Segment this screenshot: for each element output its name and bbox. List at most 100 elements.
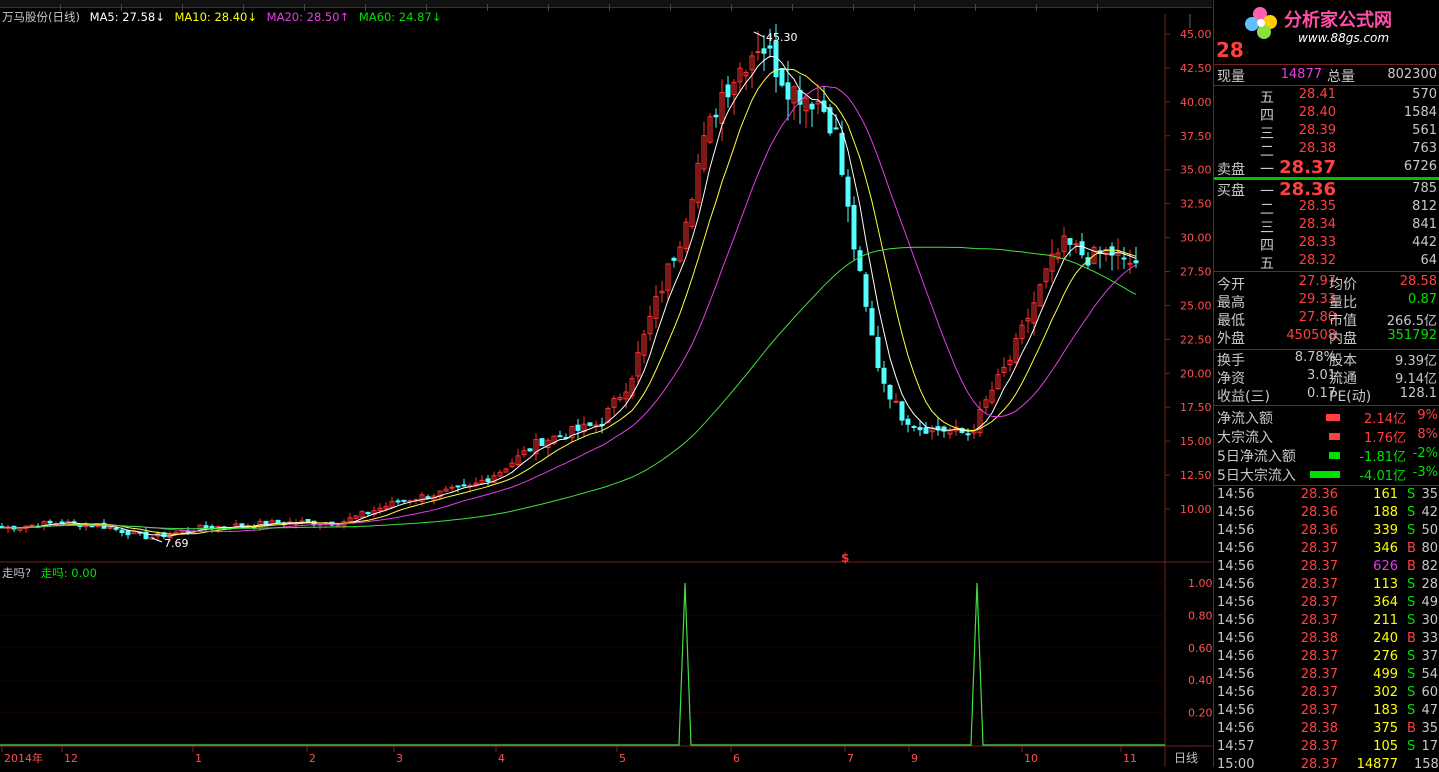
- flow-pct: 8%: [1417, 427, 1438, 442]
- candle-body: [299, 520, 305, 523]
- logo-text: 分析家公式网: [1284, 9, 1392, 31]
- bid-price: 28.33: [1298, 235, 1336, 250]
- tick-price: 28.37: [1300, 649, 1338, 664]
- bid-price: 28.35: [1298, 199, 1336, 214]
- stat-label: 净资: [1217, 371, 1245, 387]
- ma10-label: MA10: 28.40↓: [174, 10, 258, 24]
- tick-count: 50: [1421, 523, 1438, 538]
- indicator-axis-label: 0.80: [1188, 609, 1212, 622]
- candle-body: [239, 523, 245, 527]
- price-axis-label: 35.00: [1180, 164, 1212, 177]
- candle-body: [917, 427, 923, 431]
- candle-body: [713, 114, 719, 118]
- tick-time: 14:56: [1217, 577, 1255, 592]
- tick-count: 33: [1421, 631, 1438, 646]
- candle-body: [395, 500, 401, 503]
- flow-label: 5日大宗流入: [1217, 468, 1296, 484]
- price-axis-label: 10.00: [1180, 503, 1212, 516]
- indicator-line: [0, 582, 1165, 746]
- stat-label: 量比: [1329, 295, 1357, 311]
- tick-time: 14:56: [1217, 721, 1255, 736]
- stat-label: 流通: [1329, 371, 1357, 387]
- time-axis-label: 7: [847, 752, 854, 765]
- time-axis-label: 4: [498, 752, 505, 765]
- tick-price: 28.38: [1300, 721, 1338, 736]
- candle-body: [725, 84, 731, 98]
- candle-body: [755, 51, 761, 54]
- candle-body: [1121, 257, 1127, 260]
- stat-label: 最高: [1217, 295, 1245, 311]
- stat-label: 收益(三): [1217, 389, 1270, 405]
- stat-label: 外盘: [1217, 331, 1245, 347]
- time-axis-label: 12: [64, 752, 78, 765]
- stat-value: 27.97: [1298, 274, 1336, 289]
- tick-volume: 375: [1373, 721, 1398, 736]
- candle-body: [905, 418, 911, 425]
- flow-label: 5日净流入额: [1217, 449, 1296, 465]
- tick-volume: 161: [1373, 487, 1398, 502]
- price-axis-label: 42.50: [1180, 62, 1212, 75]
- flow-bar: [1329, 433, 1340, 440]
- time-axis-label: 11: [1123, 752, 1137, 765]
- quote-panel: 28 现量 14877 总量 802300 五 28.41 570 四 28.40 1584 三 28.…: [1213, 0, 1439, 772]
- flow-value: -1.81亿: [1359, 450, 1406, 465]
- flow-value: -4.01亿: [1359, 469, 1406, 484]
- stat-value: 29.33: [1298, 292, 1336, 307]
- ma20-label: MA20: 28.50↑: [266, 10, 350, 24]
- time-axis-label: 10: [1024, 752, 1038, 765]
- price-axis-label: 25.00: [1180, 299, 1212, 312]
- candle-body: [911, 425, 917, 428]
- stock-title: 万马股份(日线): [2, 10, 80, 24]
- tick-count: 54: [1421, 667, 1438, 682]
- candle-body: [461, 484, 467, 487]
- candle-body: [965, 433, 971, 436]
- stat-label: 最低: [1217, 313, 1245, 329]
- tick-count: 35: [1421, 721, 1438, 736]
- ma5-line: [1, 55, 1137, 537]
- tick-price: 28.37: [1300, 559, 1338, 574]
- candle-body: [275, 519, 281, 524]
- price-axis-label: 45.00: [1180, 28, 1212, 41]
- ask-price: 28.40: [1298, 105, 1336, 120]
- price-axis-label: 15.00: [1180, 435, 1212, 448]
- flow-label: 净流入额: [1217, 411, 1273, 427]
- indicator-value: 走吗: 0.00: [40, 566, 97, 580]
- candle-body: [1127, 262, 1133, 265]
- stat-label: 换手: [1217, 353, 1245, 369]
- ask-level: 二: [1260, 144, 1274, 160]
- candle-body: [869, 308, 875, 336]
- tick-volume: 105: [1373, 739, 1398, 754]
- ma60-label: MA60: 24.87↓: [358, 10, 442, 24]
- stat-label: 市值: [1329, 313, 1357, 329]
- stat-value: 450508: [1286, 328, 1336, 343]
- panel-divider: [1214, 485, 1439, 486]
- candle-body: [203, 525, 209, 529]
- candle-body: [1073, 243, 1079, 246]
- candle-body: [485, 478, 491, 482]
- ask-level: 四: [1260, 108, 1274, 124]
- ma5-label: MA5: 27.58↓: [89, 10, 165, 24]
- kline-chart-svg[interactable]: 45.00 42.50 40.00 37.50 35.00 32.50 30.00 27.50…: [0, 0, 1212, 767]
- sell-label: 卖盘: [1217, 162, 1245, 178]
- candle-body: [767, 45, 773, 49]
- ask-price: 28.39: [1298, 123, 1336, 138]
- kline-chart-area[interactable]: 45.00 42.50 40.00 37.50 35.00 32.50 30.00 27.50…: [0, 0, 1212, 767]
- flow-label: 大宗流入: [1217, 430, 1273, 446]
- bid-price: 28.34: [1298, 217, 1336, 232]
- tick-count: 42: [1421, 505, 1438, 520]
- bid-volume: 812: [1412, 199, 1437, 214]
- time-axis-label: 3: [396, 752, 403, 765]
- volume-now-label: 现量: [1217, 69, 1245, 85]
- candle-body: [833, 127, 839, 130]
- candle-body: [899, 401, 905, 421]
- candle-body: [539, 438, 545, 447]
- ask-price: 28.37: [1279, 157, 1336, 178]
- candle-body: [29, 524, 35, 527]
- logo-url: www.88gs.com: [1298, 31, 1389, 45]
- tick-volume: 276: [1373, 649, 1398, 664]
- time-axis-label: 6: [733, 752, 740, 765]
- indicator-axis-label: 1.00: [1188, 577, 1212, 590]
- candle-body: [425, 496, 431, 499]
- low-pointer: [151, 537, 163, 543]
- tick-price: 28.36: [1300, 523, 1338, 538]
